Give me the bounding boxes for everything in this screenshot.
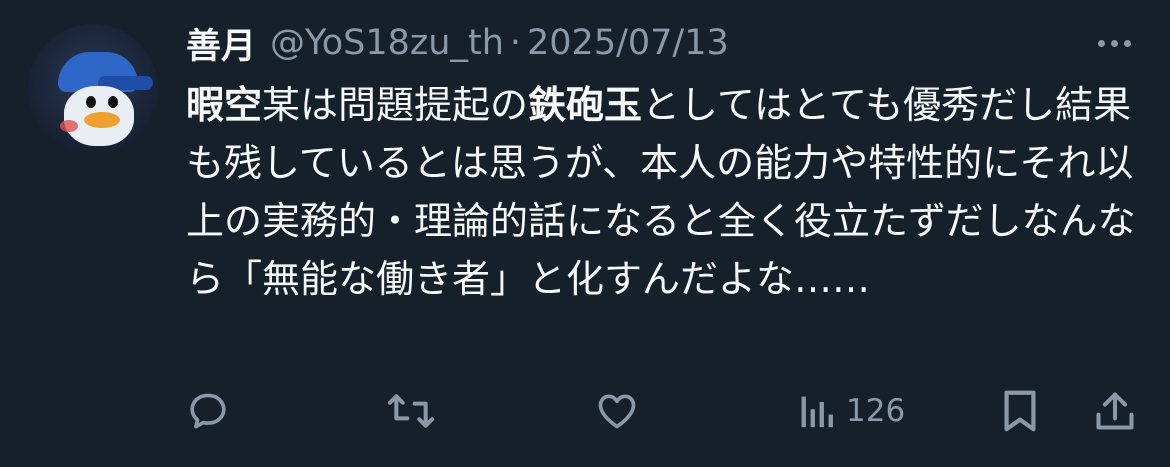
post-text-bold-1: 暇空: [186, 83, 263, 127]
views-count: 126: [846, 393, 906, 429]
views-button[interactable]: 126: [798, 386, 905, 436]
author-handle[interactable]: @YoS18zu_th: [270, 23, 504, 63]
action-bar: 126: [186, 386, 1138, 436]
avatar-eye-left: [86, 96, 96, 108]
post-text: 暇空某は問題提起の鉄砲玉としてはとても優秀だし結果も残しているとは思うが、本人の…: [186, 76, 1136, 308]
like-icon: [598, 394, 636, 429]
bookmark-icon: [1004, 390, 1036, 432]
more-options-button[interactable]: [1094, 28, 1134, 58]
post-text-part-1: 某は問題提起の: [262, 83, 529, 127]
author-name[interactable]: 善月: [186, 18, 256, 69]
avatar-eye-right: [108, 96, 118, 108]
retweet-icon: [387, 394, 435, 428]
separator-dot: ·: [509, 23, 522, 63]
avatar-beak: [84, 112, 120, 128]
avatar-cheek: [60, 120, 78, 132]
reply-icon: [190, 393, 226, 429]
post-date[interactable]: 2025/07/13: [527, 23, 729, 63]
bookmark-button[interactable]: [1000, 386, 1040, 436]
reply-button[interactable]: [186, 386, 230, 436]
share-icon: [1096, 392, 1134, 430]
post-text-bold-2: 鉄砲玉: [528, 83, 643, 127]
post-header: 善月 @YoS18zu_th · 2025/07/13: [186, 18, 729, 69]
retweet-button[interactable]: [386, 386, 436, 436]
avatar[interactable]: [28, 24, 158, 154]
share-button[interactable]: [1094, 386, 1136, 436]
like-button[interactable]: [594, 386, 640, 436]
more-icon: [1097, 39, 1105, 47]
views-icon: [801, 396, 833, 428]
